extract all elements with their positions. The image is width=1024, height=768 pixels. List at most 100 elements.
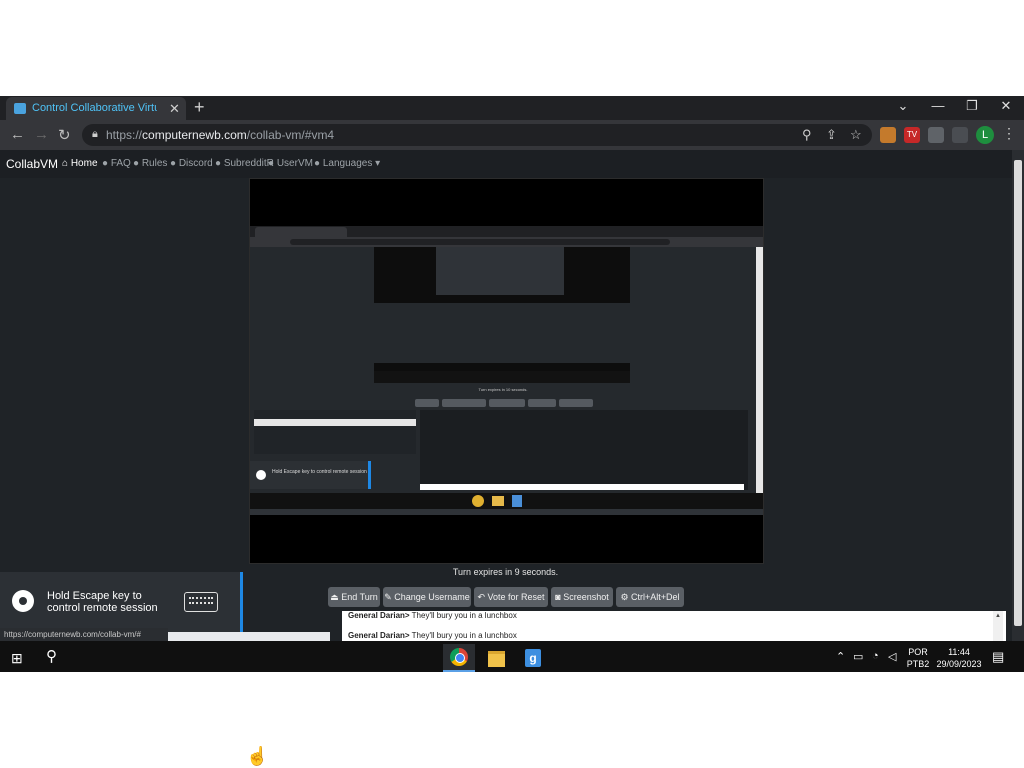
vm-user-selected (254, 419, 416, 426)
vm-turn-text: Turn expires in 10 seconds. (478, 387, 528, 392)
vm-chat-input (420, 484, 744, 490)
chrome-icon (450, 648, 468, 666)
nav-subreddit[interactable]: ● SubredditR (215, 158, 274, 169)
screenshot-button[interactable]: ◙ Screenshot (551, 587, 613, 607)
vm-escape-toast: Hold Escape key to control remote sessio… (250, 461, 371, 489)
steam-icon (12, 590, 34, 612)
input-language[interactable]: POR PTB2 (904, 646, 932, 670)
taskbar-chrome-button[interactable] (443, 644, 475, 672)
vm-folder-icon (492, 496, 504, 506)
chat-scrollbar[interactable]: ▲ (993, 611, 1003, 641)
tab-strip: Control Collaborative Virtual M ✕ + ⌄ — … (0, 96, 1024, 120)
nav-discord[interactable]: ● Discord (170, 158, 213, 169)
steam-icon-dot (19, 597, 27, 605)
ctrl-alt-del-button[interactable]: ⚙ Ctrl+Alt+Del (616, 587, 684, 607)
chrome-icon-center (455, 653, 465, 663)
folder-icon (488, 651, 505, 667)
network-icon[interactable]: ◔ (872, 650, 879, 662)
hand-cursor-icon: ☝ (246, 746, 269, 766)
change-username-button[interactable]: ✎ Change Username (383, 587, 471, 607)
user-list[interactable] (168, 632, 330, 641)
nav-faq[interactable]: ● FAQ (102, 158, 131, 169)
vm-steam-icon (256, 470, 266, 480)
minimize-button[interactable]: — (926, 98, 950, 113)
profile-avatar[interactable]: L (976, 126, 994, 144)
extension-person-icon[interactable] (880, 127, 896, 143)
battery-icon[interactable]: ▭ (853, 650, 863, 663)
vm-browser-tabbar (250, 226, 763, 237)
nav-rules[interactable]: ● Rules (133, 158, 167, 169)
nav-languages[interactable]: ● Languages ▾ (314, 158, 380, 169)
back-button[interactable]: ← (10, 126, 25, 143)
vm-btn-end-turn (415, 399, 439, 407)
vm-app-icon (512, 495, 522, 507)
vm-browser-tab (255, 227, 347, 237)
notifications-icon[interactable]: ▤ (992, 649, 1004, 665)
vm-scrollbar (756, 247, 763, 493)
vm-display[interactable]: Turn expires in 10 seconds. Hold Escape … (249, 178, 764, 564)
escape-key-toast: Hold Escape key to control remote sessio… (0, 572, 243, 632)
vm-chat-panel (420, 410, 748, 490)
bookmark-star-icon[interactable]: ☆ (850, 127, 862, 143)
tray-chevron-icon[interactable]: ⌃ (836, 650, 845, 663)
end-turn-button[interactable]: ⏏ End Turn (328, 587, 380, 607)
new-tab-button[interactable]: + (194, 97, 205, 118)
browser-window: Control Collaborative Virtual M ✕ + ⌄ — … (0, 96, 1024, 672)
clock-date: 29/09/2023 (936, 659, 982, 669)
volume-icon[interactable]: ◁ (888, 650, 896, 663)
system-clock[interactable]: 11:44 29/09/2023 (936, 646, 982, 670)
close-window-button[interactable]: ✕ (994, 98, 1018, 114)
chat-message: General Darian> They'll bury you in a lu… (348, 631, 517, 640)
close-tab-icon[interactable]: ✕ (169, 101, 180, 117)
vm-nested-screen (436, 247, 564, 295)
vm-chrome-icon (472, 495, 484, 507)
keyboard-keys-row (189, 602, 213, 606)
forward-button[interactable]: → (34, 126, 49, 143)
browser-menu-icon[interactable]: ⋮ (1002, 125, 1016, 142)
nav-uservm[interactable]: ● UserVM (268, 158, 313, 169)
restore-button[interactable]: ❐ (960, 98, 984, 114)
keyboard-keys-row (189, 597, 213, 601)
browser-tab[interactable]: Control Collaborative Virtual M ✕ (6, 97, 186, 120)
status-bar-url: https://computernewb.com/collab-vm/# (0, 628, 168, 641)
vm-address-bar (290, 239, 670, 245)
scroll-up-icon[interactable]: ▲ (995, 613, 1001, 619)
vm-nested-taskbar (374, 371, 630, 383)
vote-reset-button[interactable]: ↶ Vote for Reset (474, 587, 548, 607)
tab-title: Control Collaborative Virtual M (32, 102, 157, 114)
chat-panel[interactable]: General Darian> They'll bury you in a lu… (342, 611, 1006, 641)
reload-button[interactable]: ↻ (58, 126, 71, 144)
escape-toast-text: Hold Escape key to control remote sessio… (47, 590, 158, 614)
clock-time: 11:44 (948, 647, 970, 657)
taskbar-search-icon[interactable]: ⚲ (46, 647, 57, 665)
lang-top: POR (908, 647, 928, 657)
address-bar[interactable]: 🔒︎ https://computernewb.com/collab-vm/#v… (82, 124, 872, 146)
vm-browser-toolbar (250, 237, 763, 247)
taskbar-app-button[interactable]: g (517, 644, 549, 670)
lock-icon[interactable]: 🔒︎ (92, 128, 98, 141)
vm-btn-ctrl-alt-del (559, 399, 593, 407)
vm-desktop[interactable]: Turn expires in 10 seconds. Hold Escape … (250, 226, 763, 515)
share-icon[interactable]: ⇪ (826, 127, 837, 143)
vm-nested-display (374, 247, 630, 383)
site-brand[interactable]: CollabVM (6, 157, 58, 171)
search-icon[interactable]: ⚲ (802, 127, 812, 143)
vm-taskbar (250, 493, 763, 509)
taskbar-explorer-button[interactable] (480, 644, 512, 670)
windows-start-icon[interactable]: ⊞ (11, 650, 23, 667)
monitor-icon (14, 103, 26, 114)
vm-webpage: Turn expires in 10 seconds. Hold Escape … (250, 247, 756, 493)
url-text: https://computernewb.com/collab-vm/#vm4 (106, 128, 335, 142)
page-scrollbar[interactable] (1012, 150, 1024, 641)
extension-tv-icon[interactable]: TV (904, 127, 920, 143)
lang-bottom: PTB2 (906, 659, 930, 669)
page-scrollbar-thumb[interactable] (1014, 160, 1022, 626)
nav-home[interactable]: ⌂ Home (62, 158, 98, 169)
side-panel-icon[interactable] (952, 127, 968, 143)
vm-nested-page (374, 303, 630, 363)
status-url-text: https://computernewb.com/collab-vm/# (4, 630, 141, 639)
extensions-puzzle-icon[interactable] (928, 127, 944, 143)
site-navbar: CollabVM ⌂ Home ● FAQ ● Rules ● Discord … (0, 150, 1012, 178)
keyboard-icon (184, 592, 218, 612)
tab-search-icon[interactable]: ⌄ (891, 98, 915, 114)
